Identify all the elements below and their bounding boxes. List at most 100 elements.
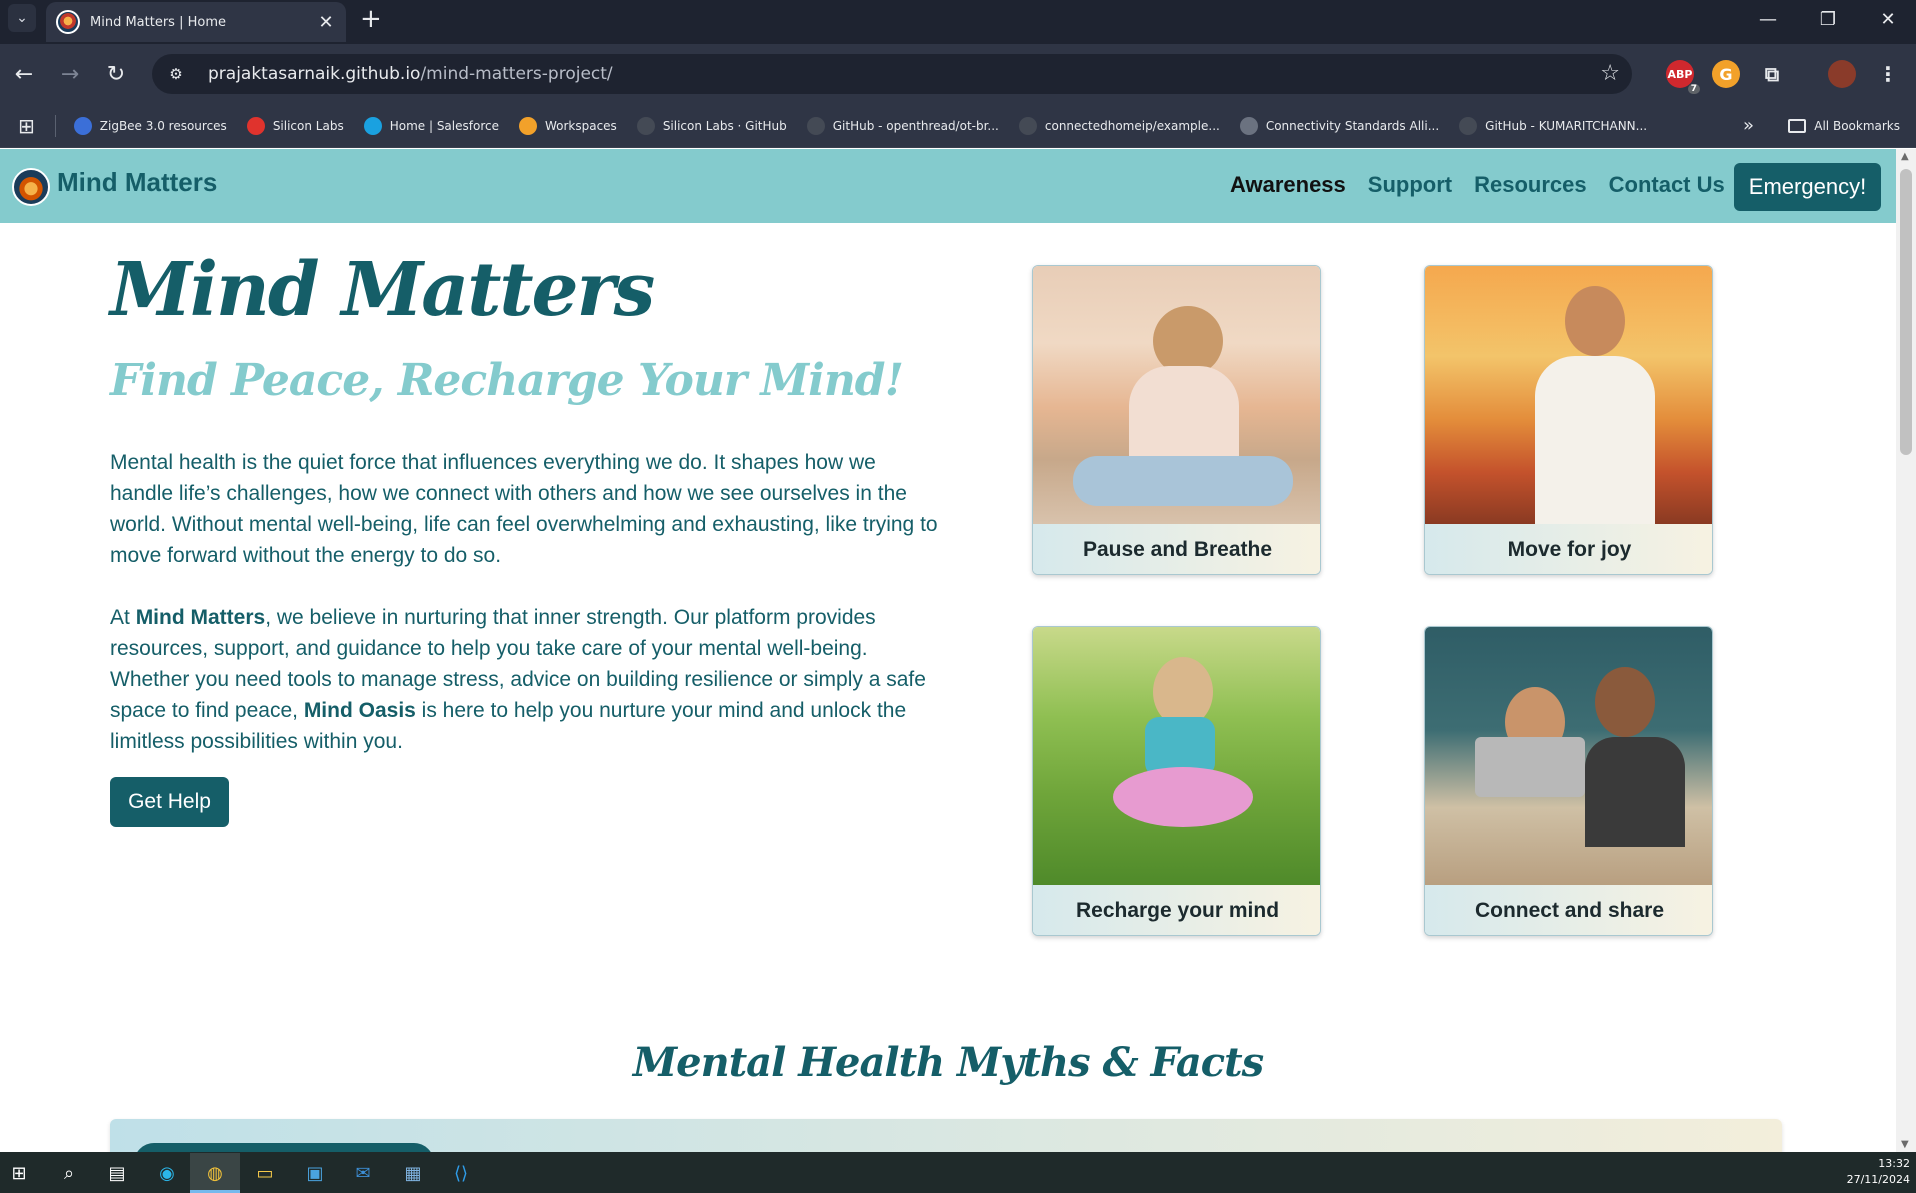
meditation-photo bbox=[1033, 266, 1320, 524]
page-scrollbar[interactable]: ▲ ▼ bbox=[1896, 149, 1916, 1152]
app-icon[interactable]: ▦ bbox=[398, 1158, 428, 1188]
all-bookmarks-button[interactable]: All Bookmarks bbox=[1788, 118, 1900, 133]
bookmark-label: Silicon Labs bbox=[272, 118, 344, 133]
nav-resources[interactable]: Resources bbox=[1474, 172, 1587, 198]
new-tab-plus-icon[interactable]: + bbox=[360, 6, 382, 32]
bookmarks-bar: ⊞ ZigBee 3.0 resources Silicon Labs Home |… bbox=[0, 104, 1916, 148]
bookmark-item[interactable]: Connectivity Standards Alli... bbox=[1239, 116, 1440, 135]
brand-name[interactable]: Mind Matters bbox=[57, 167, 217, 198]
card-caption: Pause and Breathe bbox=[1033, 524, 1320, 574]
card-connect-and-share[interactable]: Connect and share bbox=[1424, 626, 1713, 936]
site-info-icon[interactable]: ⚙ bbox=[164, 62, 188, 86]
myths-facts-panel bbox=[110, 1119, 1782, 1152]
brand-logo-icon[interactable] bbox=[12, 168, 50, 206]
bookmark-star-icon[interactable]: ☆ bbox=[1600, 61, 1620, 86]
system-clock[interactable]: 13:32 27/11/2024 bbox=[1847, 1156, 1910, 1188]
mission-brand-mind-oasis: Mind Oasis bbox=[303, 699, 416, 722]
address-bar[interactable]: ⚙ prajaktasarnaik.github.io/mind-matters… bbox=[152, 54, 1632, 94]
bookmark-item[interactable]: GitHub - KUMARITCHANN... bbox=[1459, 116, 1648, 135]
scroll-up-icon[interactable]: ▲ bbox=[1901, 151, 1909, 162]
bookmarks-separator bbox=[54, 114, 56, 137]
emergency-button[interactable]: Emergency! bbox=[1734, 163, 1881, 211]
adblock-extension-icon[interactable]: ABP 7 bbox=[1666, 60, 1700, 94]
url-host: prajaktasarnaik.github.io bbox=[208, 64, 421, 84]
card-move-for-joy[interactable]: Move for joy bbox=[1424, 265, 1713, 575]
profile-avatar[interactable] bbox=[1828, 60, 1856, 88]
bookmark-favicon-icon bbox=[806, 116, 825, 135]
minimize-icon[interactable]: — bbox=[1738, 0, 1798, 38]
bookmark-item[interactable]: ZigBee 3.0 resources bbox=[73, 116, 227, 135]
chrome-icon[interactable]: ◍ bbox=[200, 1158, 230, 1188]
card-recharge-your-mind[interactable]: Recharge your mind bbox=[1032, 626, 1321, 936]
bookmark-item[interactable]: Workspaces bbox=[518, 116, 617, 135]
extension-badge: 7 bbox=[1687, 84, 1700, 94]
page-viewport: Mind Matters Awareness Support Resources… bbox=[0, 149, 1896, 1152]
edge-icon[interactable]: ◉ bbox=[152, 1158, 182, 1188]
intro-paragraph: Mental health is the quiet force that in… bbox=[110, 451, 938, 567]
extensions-puzzle-icon[interactable]: ⧉ bbox=[1758, 60, 1786, 88]
bookmark-item[interactable]: connectedhomeip/example... bbox=[1018, 116, 1220, 135]
back-arrow-icon[interactable]: ← bbox=[8, 58, 40, 90]
vscode-icon[interactable]: ⟨⟩ bbox=[446, 1158, 476, 1188]
forward-arrow-icon[interactable]: → bbox=[54, 58, 86, 90]
running-photo bbox=[1425, 266, 1712, 524]
restore-icon[interactable]: ❐ bbox=[1798, 0, 1858, 38]
tab-strip: ⌄ Mind Matters | Home ✕ + — ❐ ✕ bbox=[0, 0, 1916, 44]
workspaces-extension-icon[interactable]: G bbox=[1712, 60, 1740, 88]
nav-contact-us[interactable]: Contact Us bbox=[1609, 172, 1725, 198]
apps-grid-icon[interactable]: ⊞ bbox=[18, 114, 35, 138]
window-close-icon[interactable]: ✕ bbox=[1858, 0, 1916, 38]
myths-facts-heading: Mental Health Myths & Facts bbox=[632, 1039, 1264, 1086]
file-explorer-icon[interactable]: ▭ bbox=[250, 1158, 280, 1188]
bookmark-item[interactable]: Silicon Labs · GitHub bbox=[636, 116, 787, 135]
menu-kebab-icon[interactable]: ⋮ bbox=[1874, 60, 1902, 88]
site-navbar: Mind Matters Awareness Support Resources… bbox=[0, 149, 1896, 223]
child-meadow-photo bbox=[1033, 627, 1320, 885]
bookmark-label: Workspaces bbox=[544, 118, 617, 133]
url-path: /mind-matters-project/ bbox=[420, 64, 613, 84]
bookmark-label: Connectivity Standards Alli... bbox=[1265, 118, 1440, 133]
site-favicon-icon bbox=[56, 10, 80, 34]
card-caption: Recharge your mind bbox=[1033, 885, 1320, 935]
scrollbar-thumb[interactable] bbox=[1900, 169, 1912, 455]
card-caption: Move for joy bbox=[1425, 524, 1712, 574]
scroll-down-icon[interactable]: ▼ bbox=[1901, 1139, 1909, 1150]
bookmark-label: GitHub - openthread/ot-br... bbox=[832, 118, 999, 133]
bookmark-item[interactable]: Silicon Labs bbox=[246, 116, 344, 135]
nav-awareness[interactable]: Awareness bbox=[1230, 172, 1346, 198]
store-icon[interactable]: ▣ bbox=[300, 1158, 330, 1188]
hero-subtitle: Find Peace, Recharge Your Mind! bbox=[110, 355, 904, 406]
tab-close-icon[interactable]: ✕ bbox=[316, 12, 336, 33]
bookmark-item[interactable]: GitHub - openthread/ot-br... bbox=[806, 116, 999, 135]
tab-search-chevron-icon[interactable]: ⌄ bbox=[8, 4, 36, 32]
bookmark-label: GitHub - KUMARITCHANN... bbox=[1485, 118, 1648, 133]
card-pause-and-breathe[interactable]: Pause and Breathe bbox=[1032, 265, 1321, 575]
get-help-button[interactable]: Get Help bbox=[110, 777, 229, 827]
nav-support[interactable]: Support bbox=[1368, 172, 1452, 198]
bookmark-favicon-icon bbox=[1018, 116, 1037, 135]
browser-toolbar: ← → ↻ ⚙ prajaktasarnaik.github.io/mind-m… bbox=[0, 44, 1916, 104]
folder-icon bbox=[1788, 118, 1807, 133]
couple-laptop-photo bbox=[1425, 627, 1712, 885]
bookmark-favicon-icon bbox=[636, 116, 655, 135]
reload-icon[interactable]: ↻ bbox=[100, 58, 132, 90]
taskbar-search-icon[interactable]: ⌕ bbox=[54, 1158, 84, 1188]
more-bookmarks-chevron-icon[interactable]: » bbox=[1743, 115, 1754, 136]
mail-icon[interactable]: ✉ bbox=[348, 1158, 378, 1188]
bookmark-label: Silicon Labs · GitHub bbox=[662, 118, 787, 133]
bookmark-favicon-icon bbox=[246, 116, 265, 135]
browser-tab[interactable]: Mind Matters | Home ✕ bbox=[46, 2, 346, 42]
bookmark-label: connectedhomeip/example... bbox=[1044, 118, 1220, 133]
task-view-icon[interactable]: ▤ bbox=[102, 1158, 132, 1188]
mission-text-1: At bbox=[110, 606, 136, 629]
bookmark-label: ZigBee 3.0 resources bbox=[99, 118, 227, 133]
windows-start-icon[interactable]: ⊞ bbox=[4, 1158, 34, 1188]
bookmark-favicon-icon bbox=[1459, 116, 1478, 135]
bookmark-item[interactable]: Home | Salesforce bbox=[363, 116, 499, 135]
bookmark-favicon-icon bbox=[73, 116, 92, 135]
mission-paragraph: At Mind Matters, we believe in nurturing… bbox=[110, 602, 940, 757]
card-caption: Connect and share bbox=[1425, 885, 1712, 935]
all-bookmarks-label: All Bookmarks bbox=[1814, 118, 1900, 133]
clock-time: 13:32 bbox=[1878, 1157, 1910, 1170]
bookmark-label: Home | Salesforce bbox=[389, 118, 499, 133]
